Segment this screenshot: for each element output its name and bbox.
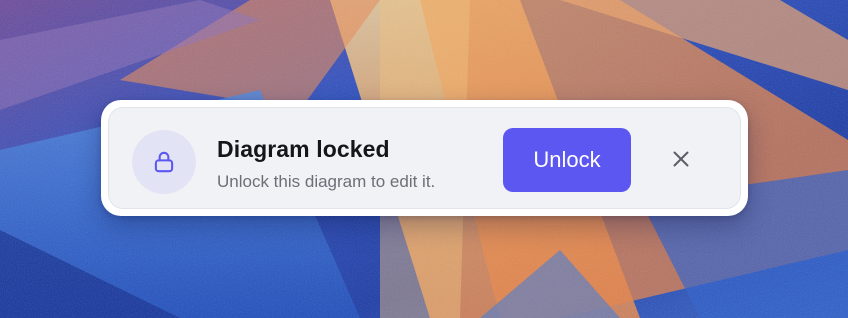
unlock-button[interactable]: Unlock [503, 128, 631, 192]
notification-title: Diagram locked [217, 136, 390, 162]
close-button[interactable] [665, 144, 697, 176]
lock-icon [151, 149, 177, 175]
close-icon [671, 149, 691, 172]
notification-message: Unlock this diagram to edit it. [217, 172, 436, 191]
notification-card: Diagram locked Unlock this diagram to ed… [108, 107, 741, 209]
locked-notification: Diagram locked Unlock this diagram to ed… [101, 100, 748, 216]
lock-icon-badge [132, 130, 196, 194]
